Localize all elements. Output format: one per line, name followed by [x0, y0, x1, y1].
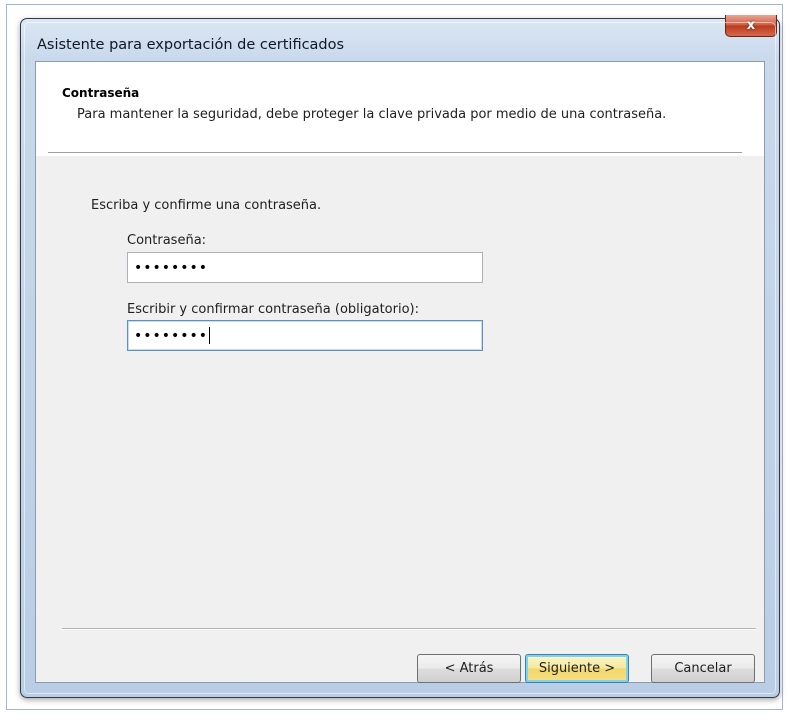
close-button[interactable]: x: [725, 15, 777, 37]
page-title: Contraseña: [62, 86, 140, 100]
back-button[interactable]: < Atrás: [417, 654, 521, 683]
footer-divider: [62, 628, 756, 629]
text-caret: [209, 327, 211, 344]
window-title: Asistente para exportación de certificad…: [37, 37, 345, 53]
close-icon: x: [746, 18, 756, 33]
next-button[interactable]: Siguiente >: [525, 654, 629, 683]
confirm-password-input[interactable]: ••••••••: [127, 320, 483, 351]
password-input[interactable]: ••••••••: [127, 252, 483, 283]
password-value: ••••••••: [134, 259, 209, 276]
header-divider: [48, 152, 742, 153]
confirm-password-label: Escribir y confirmar contraseña (obligat…: [127, 302, 419, 317]
cancel-button[interactable]: Cancelar: [651, 654, 755, 683]
title-bar[interactable]: Asistente para exportación de certificad…: [35, 15, 777, 61]
password-label: Contraseña:: [127, 233, 207, 248]
wizard-client-area: Contraseña Para mantener la seguridad, d…: [35, 61, 765, 683]
page-description: Para mantener la seguridad, debe protege…: [77, 107, 667, 122]
wizard-window: Asistente para exportación de certificad…: [20, 15, 780, 698]
instruction-text: Escriba y confirme una contraseña.: [91, 198, 322, 213]
wizard-header: Contraseña Para mantener la seguridad, d…: [36, 62, 764, 156]
confirm-password-value: ••••••••: [134, 327, 209, 344]
